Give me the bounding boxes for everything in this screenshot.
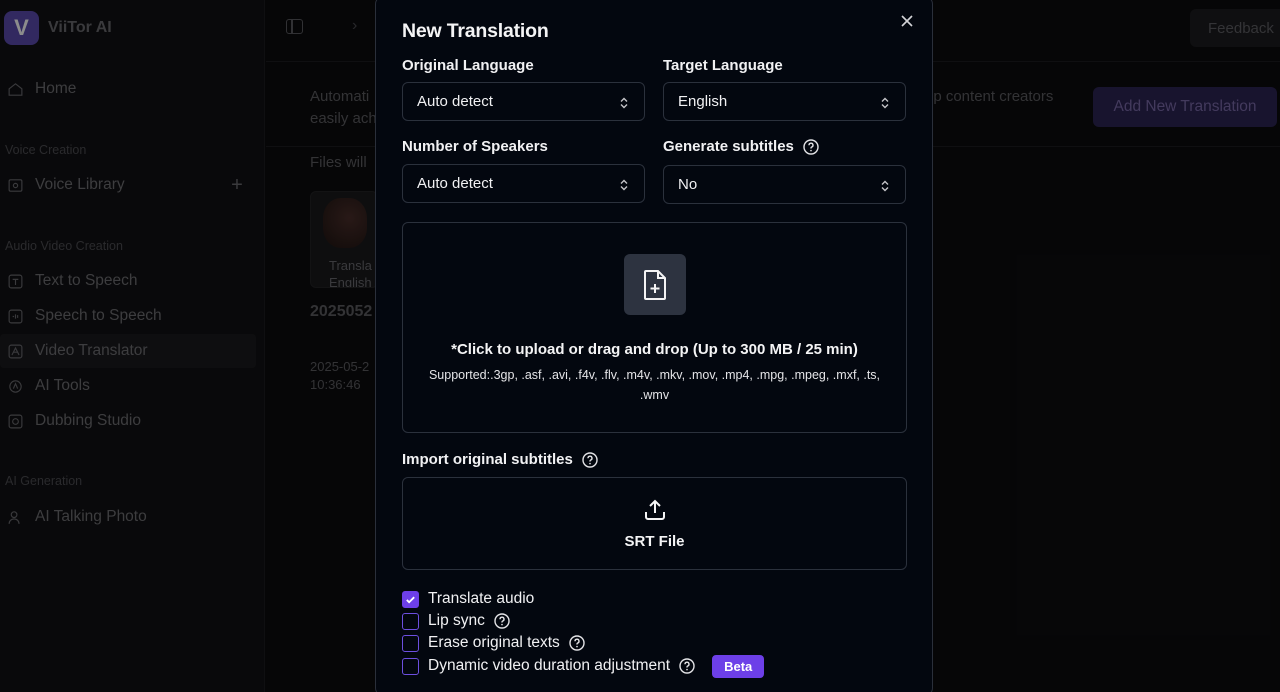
select-value: No xyxy=(678,176,698,193)
dynamic-duration-checkbox[interactable] xyxy=(402,657,419,675)
updown-chevron-icon xyxy=(620,96,628,109)
video-upload-dropzone[interactable]: *Click to upload or drag and drop (Up to… xyxy=(402,222,907,433)
target-language-label: Target Language xyxy=(663,57,783,74)
file-plus-icon xyxy=(624,254,686,315)
beta-badge: Beta xyxy=(712,654,765,678)
erase-texts-checkbox[interactable] xyxy=(402,634,419,652)
generate-subtitles-select[interactable]: No xyxy=(663,165,906,204)
lip-sync-checkbox[interactable] xyxy=(402,612,419,630)
original-language-label: Original Language xyxy=(402,57,534,74)
target-language-select[interactable]: English xyxy=(663,82,906,121)
translate-audio-option[interactable]: Translate audio xyxy=(402,589,534,609)
select-value: English xyxy=(678,93,728,110)
updown-chevron-icon xyxy=(620,178,628,191)
supported-formats: Supported:.3gp, .asf, .avi, .f4v, .flv, … xyxy=(428,368,881,402)
upload-icon xyxy=(643,498,667,522)
help-icon[interactable] xyxy=(582,451,598,468)
option-label: Lip sync xyxy=(428,612,485,629)
speakers-select[interactable]: Auto detect xyxy=(402,164,645,203)
select-value: Auto detect xyxy=(417,175,493,192)
close-icon[interactable] xyxy=(900,14,914,28)
translate-audio-checkbox[interactable] xyxy=(402,590,419,608)
option-label: Translate audio xyxy=(428,590,535,607)
label-text: Generate subtitles xyxy=(663,138,794,155)
help-icon[interactable] xyxy=(494,613,510,629)
new-translation-dialog: New Translation Original Language Auto d… xyxy=(375,0,933,692)
select-value: Auto detect xyxy=(417,93,493,110)
dialog-title: New Translation xyxy=(402,20,549,42)
srt-file-label: SRT File xyxy=(624,533,685,550)
help-icon[interactable] xyxy=(803,138,819,155)
dynamic-duration-option[interactable]: Dynamic video duration adjustment Beta xyxy=(402,654,765,678)
option-label: Erase original texts xyxy=(428,634,560,651)
erase-texts-option[interactable]: Erase original texts xyxy=(402,633,585,653)
upload-instructions: *Click to upload or drag and drop (Up to… xyxy=(451,341,858,358)
help-icon[interactable] xyxy=(569,635,585,651)
option-label: Dynamic video duration adjustment xyxy=(428,657,671,674)
lip-sync-option[interactable]: Lip sync xyxy=(402,611,510,631)
import-subtitles-label: Import original subtitles xyxy=(402,451,598,468)
updown-chevron-icon xyxy=(881,96,889,109)
srt-upload-box[interactable]: SRT File xyxy=(402,477,907,570)
help-icon[interactable] xyxy=(679,658,695,674)
updown-chevron-icon xyxy=(881,179,889,192)
generate-subtitles-label: Generate subtitles xyxy=(663,138,819,155)
original-language-select[interactable]: Auto detect xyxy=(402,82,645,121)
speakers-label: Number of Speakers xyxy=(402,138,548,155)
label-text: Import original subtitles xyxy=(402,451,573,468)
